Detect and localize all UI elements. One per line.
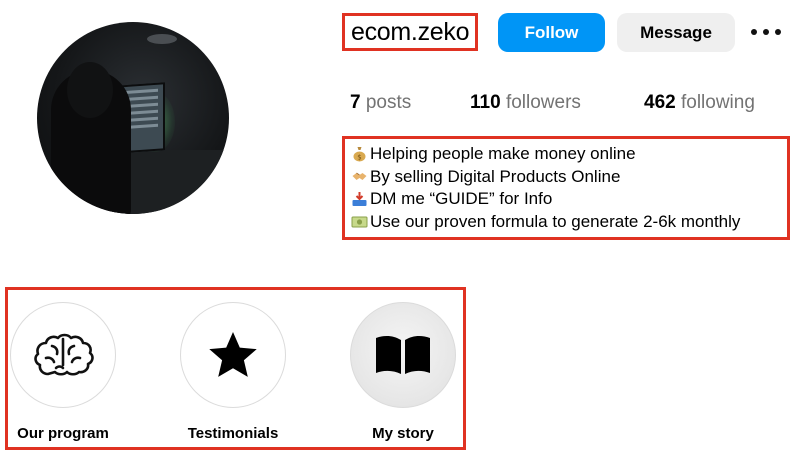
- avatar-photo-detail: [147, 34, 177, 44]
- posts-count: 7: [350, 92, 361, 113]
- highlight-testimonials[interactable]: Testimonials: [173, 302, 293, 442]
- highlight-cover[interactable]: [350, 302, 456, 408]
- highlight-label: Our program: [17, 425, 109, 442]
- open-book-icon: [376, 335, 430, 374]
- money-bag-emoji: $: [353, 147, 366, 162]
- bio-line: Use our proven formula to generate 2-6k …: [351, 211, 787, 234]
- highlight-our-program[interactable]: Our program: [3, 302, 123, 442]
- bio-text: By selling Digital Products Online: [370, 166, 621, 186]
- following-label: following: [680, 92, 755, 113]
- star-icon: [209, 332, 257, 377]
- message-button[interactable]: Message: [617, 13, 735, 52]
- highlight-label: Testimonials: [187, 425, 279, 442]
- story-highlights: Our program Testimonials My story: [5, 287, 466, 450]
- profile-username: ecom.zeko: [342, 13, 479, 51]
- profile-avatar[interactable]: [37, 22, 229, 214]
- posts-stat: 7 posts: [350, 92, 411, 114]
- avatar-photo-detail: [67, 62, 113, 118]
- bio-text: Helping people make money online: [370, 144, 636, 164]
- highlight-cover[interactable]: [10, 302, 116, 408]
- following-stat[interactable]: 462 following: [644, 92, 755, 114]
- svg-text:$: $: [357, 154, 361, 162]
- bio-text: Use our proven formula to generate 2-6k …: [370, 211, 741, 231]
- bio-line: By selling Digital Products Online: [351, 166, 787, 189]
- dollar-banknote-emoji: [351, 216, 368, 228]
- handshake-emoji: [352, 172, 367, 180]
- follow-button[interactable]: Follow: [498, 13, 605, 52]
- profile-bio: $ Helping people make money online By se…: [342, 136, 790, 240]
- brain-icon: [34, 333, 94, 376]
- highlight-my-story[interactable]: My story: [343, 302, 463, 442]
- followers-label: followers: [505, 92, 581, 113]
- inbox-tray-emoji: [352, 192, 367, 207]
- followers-stat[interactable]: 110 followers: [470, 92, 581, 114]
- bio-line: $ Helping people make money online: [351, 143, 787, 166]
- following-count: 462: [644, 92, 676, 113]
- highlight-label: My story: [372, 425, 434, 442]
- followers-count: 110: [470, 92, 501, 113]
- more-options-icon[interactable]: [751, 22, 781, 42]
- highlight-cover[interactable]: [180, 302, 286, 408]
- posts-label: posts: [365, 92, 412, 113]
- bio-text: DM me “GUIDE” for Info: [370, 189, 553, 209]
- bio-line: DM me “GUIDE” for Info: [351, 188, 787, 211]
